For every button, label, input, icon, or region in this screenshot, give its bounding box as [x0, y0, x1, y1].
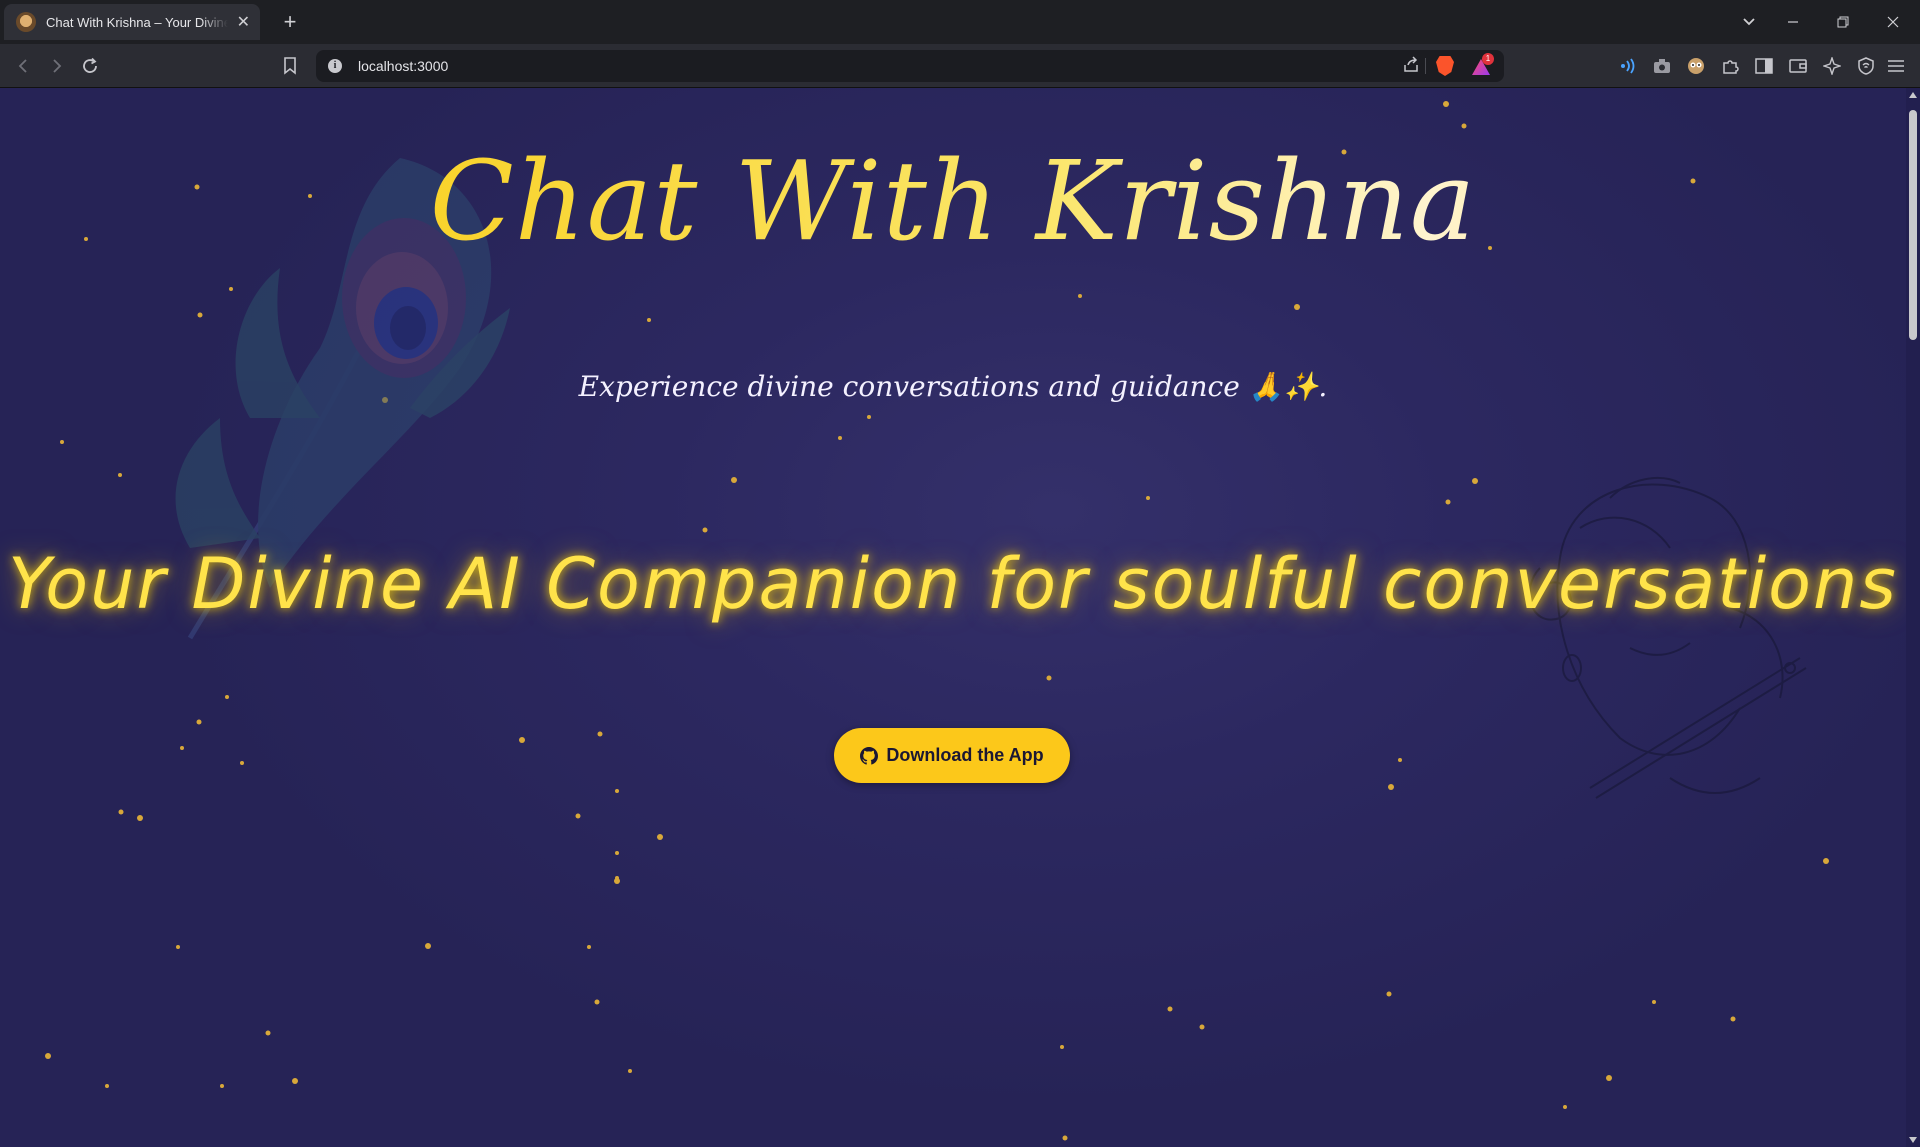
- rewards-badge: 1: [1482, 53, 1494, 65]
- new-tab-button[interactable]: +: [276, 8, 304, 36]
- browser-tab-strip: Chat With Krishna – Your Divine AI Compa…: [0, 0, 1920, 44]
- browser-tab-active[interactable]: Chat With Krishna – Your Divine AI Compa…: [4, 4, 260, 40]
- url-separator: [1425, 58, 1426, 74]
- forward-icon[interactable]: [42, 52, 70, 80]
- leo-audio-icon[interactable]: [1614, 52, 1642, 80]
- tab-search-chevron-icon[interactable]: [1724, 0, 1774, 44]
- extension-owl-icon[interactable]: [1682, 52, 1710, 80]
- close-window-button[interactable]: [1868, 0, 1918, 44]
- minimize-button[interactable]: [1768, 0, 1818, 44]
- menu-hamburger-icon[interactable]: [1882, 52, 1910, 80]
- scroll-down-arrow-icon[interactable]: [1909, 1137, 1917, 1143]
- download-app-label: Download the App: [886, 745, 1044, 765]
- back-icon[interactable]: [10, 52, 38, 80]
- brave-shields-icon[interactable]: [1436, 56, 1454, 76]
- tagline: Experience divine conversations and guid…: [578, 370, 1328, 403]
- scroll-thumb[interactable]: [1909, 110, 1917, 340]
- url-text[interactable]: localhost:3000: [358, 58, 448, 74]
- site-title: Chat With Krishna: [0, 126, 1906, 276]
- browser-toolbar: i localhost:3000 1: [0, 44, 1920, 88]
- download-app-button[interactable]: Download the App: [834, 728, 1070, 783]
- restore-button[interactable]: [1818, 0, 1868, 44]
- wallet-icon[interactable]: [1784, 52, 1812, 80]
- share-icon[interactable]: [1402, 56, 1420, 79]
- bookmark-icon[interactable]: [276, 52, 304, 80]
- krishna-flute-illustration: [1528, 477, 1807, 799]
- krishna-favicon-icon: [16, 12, 36, 32]
- sidebar-toggle-icon[interactable]: [1750, 52, 1778, 80]
- address-bar[interactable]: i localhost:3000 1: [316, 50, 1504, 82]
- screenshot-camera-icon[interactable]: [1648, 52, 1676, 80]
- extensions-puzzle-icon[interactable]: [1716, 52, 1744, 80]
- vpn-shield-icon[interactable]: [1852, 52, 1880, 80]
- site-info-icon[interactable]: i: [328, 59, 342, 73]
- leo-ai-sparkle-icon[interactable]: [1818, 52, 1846, 80]
- page-scrollbar[interactable]: [1906, 88, 1920, 1147]
- scroll-up-arrow-icon[interactable]: [1909, 92, 1917, 98]
- hero-headline: Your Divine AI Companion for soulful con…: [8, 543, 1898, 625]
- page-viewport: Chat With Krishna Experience divine conv…: [0, 88, 1920, 1147]
- github-icon: [860, 746, 879, 765]
- tab-close-icon[interactable]: ✕: [237, 12, 250, 32]
- brave-rewards-icon[interactable]: 1: [1472, 53, 1494, 75]
- tab-title: Chat With Krishna – Your Divine AI Compa…: [46, 14, 228, 30]
- reload-icon[interactable]: [76, 52, 104, 80]
